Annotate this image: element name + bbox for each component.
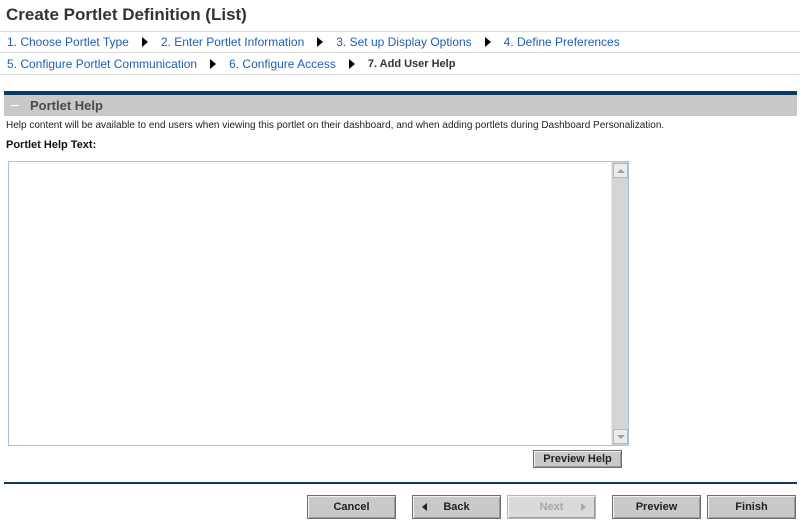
- help-description: Help content will be available to end us…: [6, 120, 665, 131]
- scroll-up-button[interactable]: [613, 163, 628, 178]
- scroll-down-button[interactable]: [613, 429, 628, 444]
- wizard-steps-row-1: 1. Choose Portlet Type 2. Enter Portlet …: [0, 31, 800, 53]
- section-title: Portlet Help: [30, 98, 103, 113]
- step-arrow-icon: [317, 37, 324, 47]
- step-arrow-icon: [484, 37, 491, 47]
- preview-button[interactable]: Preview: [612, 495, 701, 519]
- wizard-step-add-user-help-current: 7. Add User Help: [367, 57, 456, 70]
- back-button[interactable]: Back: [412, 495, 501, 519]
- step-arrow-icon: [141, 37, 148, 47]
- chevron-up-icon: [616, 168, 625, 173]
- step-arrow-icon: [348, 58, 355, 69]
- portlet-help-text-label: Portlet Help Text:: [6, 139, 97, 151]
- wizard-step-configure-access[interactable]: 6. Configure Access: [229, 57, 336, 71]
- wizard-step-set-up-display-options[interactable]: 3. Set up Display Options: [336, 35, 471, 49]
- finish-button[interactable]: Finish: [707, 495, 796, 519]
- portlet-help-text-container: [8, 161, 629, 446]
- chevron-down-icon: [616, 434, 625, 439]
- wizard-step-configure-portlet-communication[interactable]: 5. Configure Portlet Communication: [7, 57, 197, 71]
- next-button-disabled: Next: [507, 495, 596, 519]
- collapse-icon[interactable]: [11, 105, 19, 106]
- footer-divider: [4, 482, 797, 484]
- page-title: Create Portlet Definition (List): [6, 5, 247, 24]
- step-arrow-icon: [210, 58, 217, 69]
- arrow-right-icon: [581, 503, 586, 511]
- next-button-label: Next: [539, 501, 564, 513]
- wizard-steps-row-2: 5. Configure Portlet Communication 6. Co…: [0, 53, 800, 75]
- preview-help-button[interactable]: Preview Help: [533, 450, 622, 468]
- portlet-help-text-input[interactable]: [9, 162, 612, 445]
- section-header-portlet-help[interactable]: Portlet Help: [4, 95, 797, 116]
- textarea-scrollbar[interactable]: [611, 162, 628, 445]
- arrow-left-icon: [422, 503, 427, 511]
- wizard-step-enter-portlet-information[interactable]: 2. Enter Portlet Information: [161, 35, 304, 49]
- back-button-label: Back: [443, 501, 470, 513]
- cancel-button[interactable]: Cancel: [307, 495, 396, 519]
- wizard-step-define-preferences[interactable]: 4. Define Preferences: [504, 35, 620, 49]
- wizard-step-choose-portlet-type[interactable]: 1. Choose Portlet Type: [7, 35, 129, 49]
